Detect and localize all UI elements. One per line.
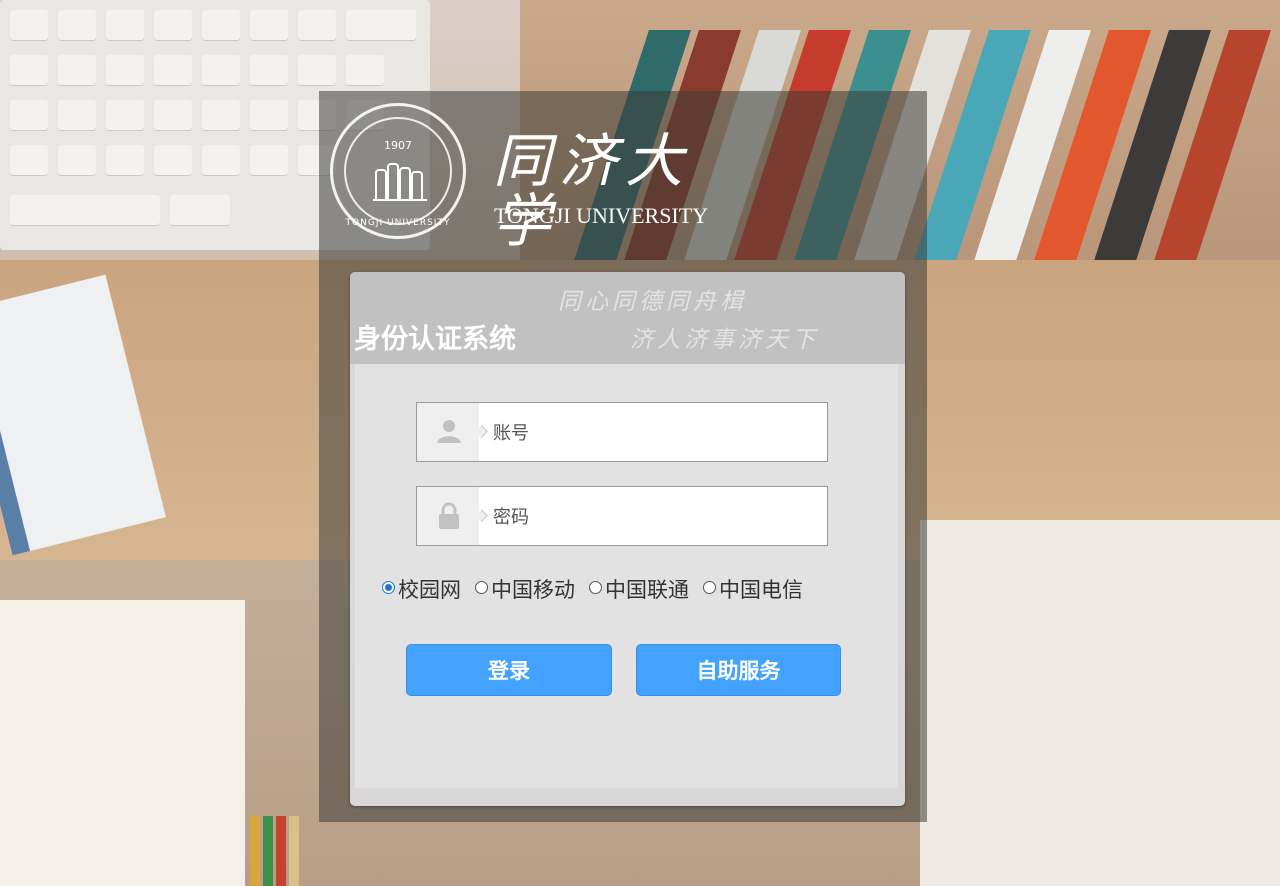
card-header: 同心同德同舟楫 济人济事济天下 身份认证系统 — [350, 272, 905, 364]
seal-year: 1907 — [384, 139, 412, 152]
seal-text: TONGJI UNIVERSITY — [345, 218, 451, 228]
page-title: 身份认证系统 — [354, 324, 516, 355]
login-panel: 1907 TONGJI UNIVERSITY 同济大学 TONGJI UNIVE… — [319, 91, 927, 822]
account-input[interactable] — [491, 403, 825, 463]
password-input[interactable] — [491, 487, 825, 547]
network-label: 中国联通 — [605, 578, 689, 602]
university-seal-icon: 1907 TONGJI UNIVERSITY — [330, 103, 466, 239]
user-icon — [437, 420, 461, 443]
password-icon-box — [417, 487, 479, 545]
network-label: 中国电信 — [719, 578, 803, 602]
university-name-en: TONGJI UNIVERSITY — [494, 203, 709, 228]
motto-line-1: 同心同德同舟楫 — [558, 289, 747, 315]
university-logo: 1907 TONGJI UNIVERSITY 同济大学 TONGJI UNIVE… — [330, 103, 750, 251]
network-selector: 校园网 中国移动 中国联通 中国电信 — [382, 574, 817, 604]
radio-campus[interactable] — [382, 580, 395, 594]
network-option-mobile[interactable]: 中国移动 — [475, 574, 575, 604]
network-label: 校园网 — [398, 578, 461, 602]
radio-telecom[interactable] — [703, 580, 716, 594]
login-form: 校园网 中国移动 中国联通 中国电信 登录 自助服务 — [355, 364, 898, 788]
self-service-button[interactable]: 自助服务 — [636, 644, 841, 696]
lock-icon — [439, 502, 459, 529]
network-option-unicom[interactable]: 中国联通 — [589, 574, 689, 604]
network-option-campus[interactable]: 校园网 — [382, 574, 461, 604]
radio-unicom[interactable] — [589, 580, 602, 594]
account-icon-box — [417, 403, 479, 461]
background-notebook — [0, 600, 245, 886]
radio-mobile[interactable] — [475, 580, 488, 594]
network-option-telecom[interactable]: 中国电信 — [703, 574, 803, 604]
network-label: 中国移动 — [491, 578, 575, 602]
login-card: 同心同德同舟楫 济人济事济天下 身份认证系统 账号 校园网 中国移动 中国联通 … — [350, 272, 905, 806]
university-name-cn: 同济大学 — [493, 127, 692, 255]
motto-line-2: 济人济事济天下 — [630, 327, 819, 353]
account-field[interactable] — [416, 402, 828, 463]
login-button[interactable]: 登录 — [406, 644, 612, 696]
background-paper — [920, 520, 1280, 886]
password-field[interactable] — [416, 486, 828, 547]
